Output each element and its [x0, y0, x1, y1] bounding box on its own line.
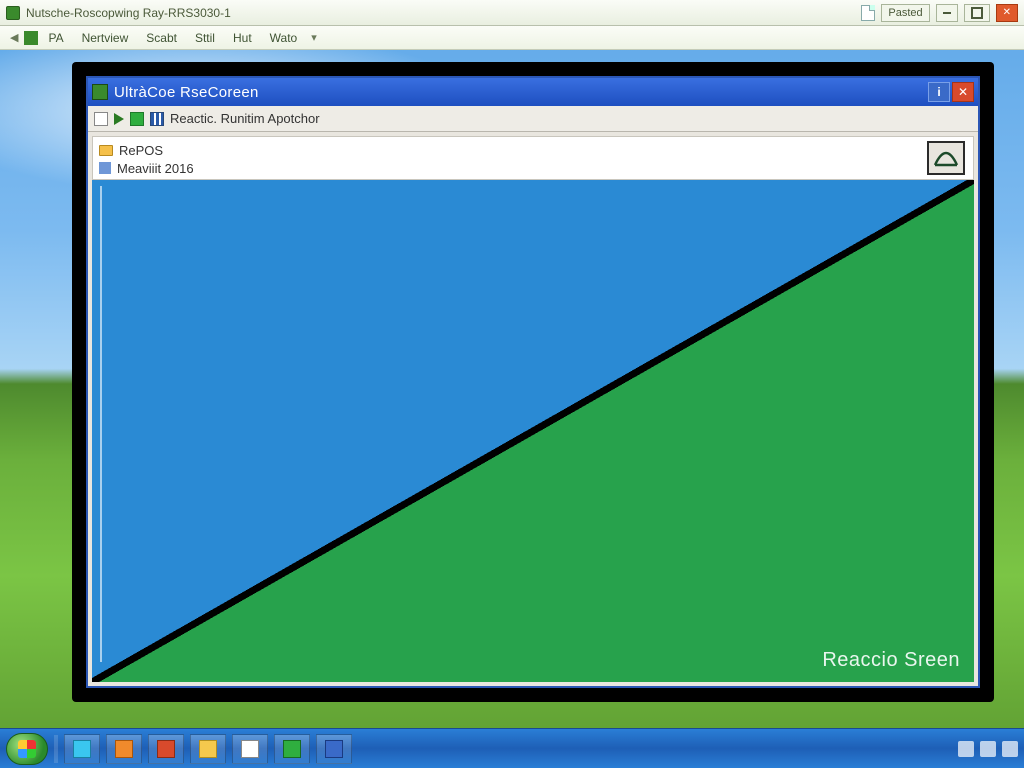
taskbar-app[interactable] — [190, 734, 226, 764]
menu-item-sttil[interactable]: Sttil — [187, 29, 223, 47]
taskbar-app[interactable] — [148, 734, 184, 764]
record-icon[interactable] — [130, 112, 144, 126]
app-glyph-icon — [115, 740, 133, 758]
menu-item-hut[interactable]: Hut — [225, 29, 260, 47]
start-button[interactable] — [6, 733, 48, 765]
list-item[interactable]: RePOS — [99, 141, 967, 159]
nav-back-icon[interactable]: ◀ — [6, 29, 22, 46]
menu-item-scabt[interactable]: Scabt — [138, 29, 185, 47]
app-window-icon — [92, 84, 108, 100]
taskbar-app[interactable] — [232, 734, 268, 764]
brand-mark-icon — [927, 141, 965, 175]
host-app-icon — [6, 6, 20, 20]
tray-icon[interactable] — [1002, 741, 1018, 757]
list-item-label: Meaviiit 2016 — [117, 161, 194, 176]
app-window: UltràCoe RseCoreen i ✕ Reactic. Runitim … — [86, 76, 980, 688]
list-item-label: RePOS — [119, 143, 163, 158]
toolbar-caption: Reactic. Runitim Apotchor — [170, 111, 320, 126]
app-glyph-icon — [241, 740, 259, 758]
taskbar-app[interactable] — [274, 734, 310, 764]
inner-screen: UltràCoe RseCoreen i ✕ Reactic. Runitim … — [86, 76, 980, 688]
app-toolbar: Reactic. Runitim Apotchor — [88, 106, 978, 132]
play-icon[interactable] — [114, 113, 124, 125]
app-glyph-icon — [157, 740, 175, 758]
menu-item-wato[interactable]: Wato — [262, 29, 306, 47]
start-orb-icon — [18, 740, 36, 758]
host-title: Nutsche-Roscopwing Ray-RRS3030-1 — [26, 6, 231, 20]
app-glyph-icon — [283, 740, 301, 758]
host-maximize-button[interactable] — [964, 4, 990, 22]
paused-button[interactable]: Pasted — [881, 4, 929, 22]
app-titlebar[interactable]: UltràCoe RseCoreen i ✕ — [88, 78, 978, 106]
taskbar-app[interactable] — [316, 734, 352, 764]
app-mark-icon — [24, 31, 38, 45]
system-tray — [958, 741, 1018, 757]
ruler-line — [100, 186, 102, 662]
columns-icon[interactable] — [150, 112, 164, 126]
preview-canvas: Reaccio Sreen — [92, 180, 974, 682]
desktop-wallpaper: Nutsche-Roscopwing Ray-RRS3030-1 Pasted … — [0, 0, 1024, 768]
menu-item-pa[interactable]: PA — [40, 29, 71, 47]
menu-item-nertview[interactable]: Nertview — [74, 29, 137, 47]
canvas-watermark: Reaccio Sreen — [822, 649, 960, 672]
host-minimize-button[interactable] — [936, 4, 958, 22]
app-window-title: UltràCoe RseCoreen — [114, 84, 922, 101]
blue-chip-icon — [99, 162, 111, 174]
new-doc-icon[interactable] — [94, 112, 108, 126]
list-item[interactable]: Meaviiit 2016 — [99, 159, 967, 177]
menu-overflow-icon[interactable]: ▾ — [307, 29, 321, 46]
app-glyph-icon — [325, 740, 343, 758]
host-titlebar: Nutsche-Roscopwing Ray-RRS3030-1 Pasted — [0, 0, 1024, 26]
tray-icon[interactable] — [958, 741, 974, 757]
document-icon[interactable] — [861, 5, 875, 21]
taskbar-separator — [54, 735, 58, 763]
app-close-button[interactable]: ✕ — [952, 82, 974, 102]
taskbar-app[interactable] — [64, 734, 100, 764]
app-glyph-icon — [73, 740, 91, 758]
app-glyph-icon — [199, 740, 217, 758]
taskbar-app[interactable] — [106, 734, 142, 764]
monitor-bezel: UltràCoe RseCoreen i ✕ Reactic. Runitim … — [72, 62, 994, 702]
item-list: RePOS Meaviiit 2016 — [92, 136, 974, 180]
host-menubar: ◀ PA Nertview Scabt Sttil Hut Wato ▾ — [0, 26, 1024, 50]
host-close-button[interactable] — [996, 4, 1018, 22]
tray-icon[interactable] — [980, 741, 996, 757]
folder-icon — [99, 145, 113, 156]
taskbar — [0, 728, 1024, 768]
app-info-button[interactable]: i — [928, 82, 950, 102]
